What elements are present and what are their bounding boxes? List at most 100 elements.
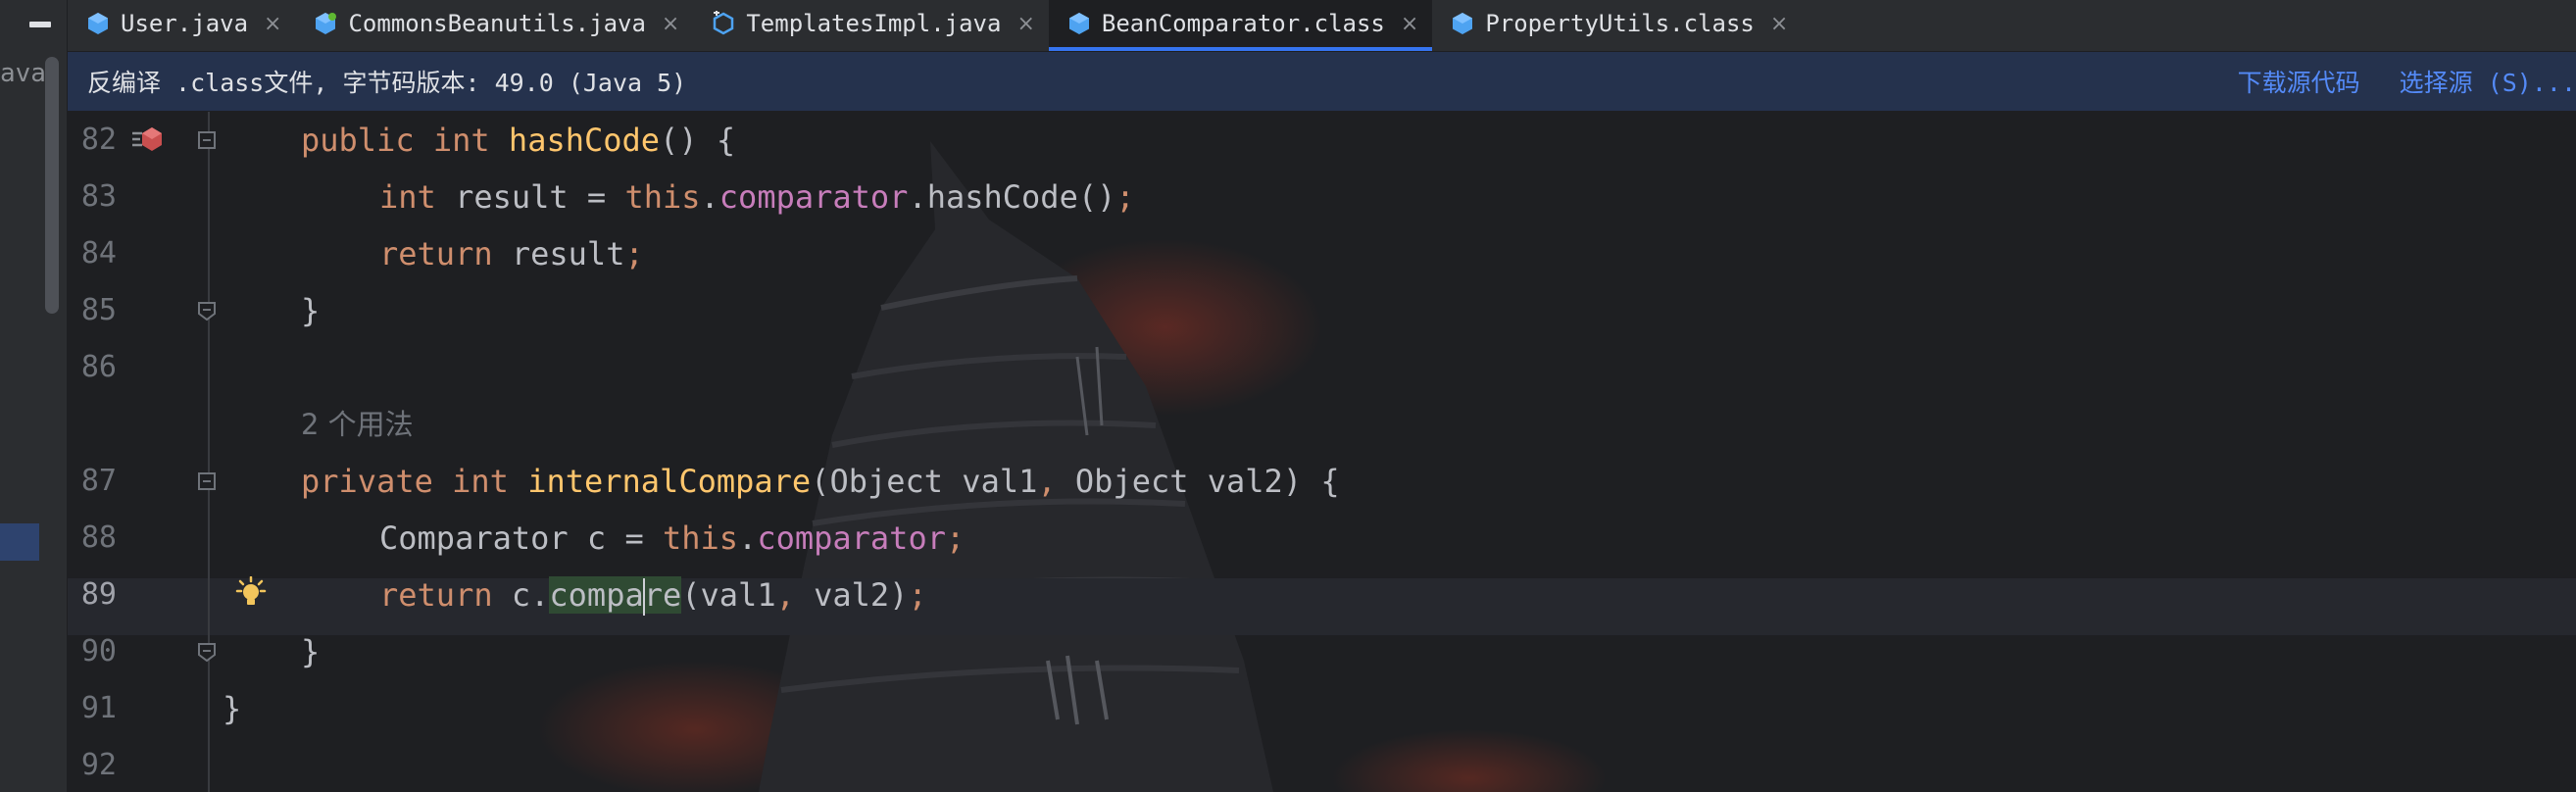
token-keyword: return xyxy=(379,576,493,614)
token-text: Object val2) { xyxy=(1056,463,1340,500)
code-line-85[interactable]: 85 } xyxy=(68,282,2576,339)
code-text: public int hashCode() { xyxy=(301,112,735,169)
compiled-class-icon xyxy=(1068,13,1089,34)
token-comma: , xyxy=(1037,463,1057,500)
line-number: 83 xyxy=(80,179,117,214)
close-icon[interactable]: × xyxy=(264,12,281,36)
compiled-class-icon xyxy=(1453,13,1473,34)
token-method-name: internalCompare xyxy=(527,463,812,500)
download-sources-link[interactable]: 下载源代码 xyxy=(2238,64,2360,99)
token-text: compa xyxy=(549,576,644,614)
code-text: return c.compare(val1, val2); xyxy=(379,567,927,623)
token-keyword: public xyxy=(301,122,415,159)
lightbulb-icon[interactable] xyxy=(234,576,268,610)
close-icon[interactable]: × xyxy=(1401,12,1418,36)
token-text: () { xyxy=(660,122,736,159)
token-field: comparator xyxy=(757,520,946,557)
tab-commonsbeanutils-java[interactable]: CommonsBeanutils.java × xyxy=(295,0,693,51)
token-text: result = xyxy=(435,178,625,216)
token-text: .hashCode() xyxy=(908,178,1116,216)
token-text: . xyxy=(738,520,758,557)
token-method-name: hashCode xyxy=(508,122,661,159)
tab-label: PropertyUtils.class xyxy=(1485,10,1755,37)
code-line-83[interactable]: 83 int result = this.comparator.hashCode… xyxy=(68,169,2576,225)
code-line-84[interactable]: 84 return result; xyxy=(68,225,2576,282)
decompiled-class-banner: 反编译 .class文件, 字节码版本: 49.0 (Java 5) 下载源代码… xyxy=(68,52,2576,111)
implementation-marker-icon[interactable] xyxy=(130,125,166,155)
token-text: result xyxy=(492,235,625,272)
fold-toggle-icon[interactable] xyxy=(196,470,218,492)
close-icon[interactable]: × xyxy=(1770,12,1788,36)
token-keyword: int xyxy=(379,178,436,216)
banner-actions: 下载源代码 选择源 (S)... xyxy=(2238,52,2576,111)
panel-scrollbar[interactable] xyxy=(45,57,59,314)
line-number: 84 xyxy=(80,236,117,271)
code-text: Comparator c = this.comparator; xyxy=(379,510,965,567)
fold-end-icon[interactable] xyxy=(196,300,218,322)
code-line-92[interactable]: 92 xyxy=(68,737,2576,792)
token-keyword: int xyxy=(432,122,490,159)
java-class-icon xyxy=(316,13,337,34)
token-comma: , xyxy=(775,576,795,614)
token-semicolon: ; xyxy=(1115,178,1135,216)
tab-templatesimpl-java[interactable]: TemplatesImpl.java × xyxy=(693,0,1049,51)
token-semicolon: ; xyxy=(945,520,966,557)
usages-inlay-hint[interactable]: 2 个用法 xyxy=(301,396,414,453)
line-number: 91 xyxy=(80,691,117,725)
tab-propertyutils-class[interactable]: PropertyUtils.class × xyxy=(1432,0,1802,51)
fold-toggle-icon[interactable] xyxy=(196,129,218,151)
line-number: 89 xyxy=(80,577,117,612)
choose-sources-link[interactable]: 选择源 (S)... xyxy=(2400,64,2576,99)
token-semicolon: ; xyxy=(908,576,927,614)
collapse-panel-button[interactable] xyxy=(29,22,51,27)
selected-tree-row[interactable] xyxy=(0,523,39,561)
tab-label: TemplatesImpl.java xyxy=(746,10,1002,37)
close-icon[interactable]: × xyxy=(1016,12,1034,36)
token-keyword: private xyxy=(301,463,433,500)
token-keyword: int xyxy=(452,463,509,500)
line-number: 82 xyxy=(80,123,117,157)
token-method-call-highlighted: compare xyxy=(549,576,682,616)
code-text: private int internalCompare(Object val1,… xyxy=(301,453,1340,510)
token-text: val2) xyxy=(794,576,909,614)
line-number: 86 xyxy=(80,350,117,384)
line-number: 90 xyxy=(80,634,117,668)
tab-beancomparator-class[interactable]: BeanComparator.class × xyxy=(1048,0,1433,51)
code-text: } xyxy=(301,292,321,329)
tab-label: CommonsBeanutils.java xyxy=(348,10,646,37)
tab-user-java[interactable]: User.java × xyxy=(68,0,295,51)
line-number: 92 xyxy=(80,748,117,782)
code-line-88[interactable]: 88 Comparator c = this.comparator; xyxy=(68,510,2576,567)
code-text: } xyxy=(223,690,242,727)
code-editor[interactable]: 82 public int hashCode() { 83 int result… xyxy=(68,112,2576,792)
code-line-90[interactable]: 90 } xyxy=(68,623,2576,680)
token-keyword: return xyxy=(379,235,493,272)
code-text: return result; xyxy=(379,225,644,282)
token-text: c. xyxy=(492,576,550,614)
tab-label: User.java xyxy=(121,10,249,37)
token-text: (Object val1 xyxy=(811,463,1038,500)
token-keyword: this xyxy=(662,520,739,557)
fold-end-icon[interactable] xyxy=(196,641,218,663)
java-class-icon xyxy=(88,13,108,34)
code-text: } xyxy=(301,633,321,670)
token-keyword: this xyxy=(624,178,701,216)
tab-label: BeanComparator.class xyxy=(1101,10,1385,37)
usages-inlay-row: 2 个用法 xyxy=(68,396,2576,453)
token-field: comparator xyxy=(718,178,909,216)
code-line-89[interactable]: 89 return c.compare(val1, val2); xyxy=(68,567,2576,623)
code-line-91[interactable]: 91 } xyxy=(68,680,2576,737)
token-text: (val1 xyxy=(681,576,776,614)
java-class-modified-icon xyxy=(714,11,734,35)
token-text: . xyxy=(700,178,719,216)
decompiled-info-text: 反编译 .class文件, 字节码版本: 49.0 (Java 5) xyxy=(87,69,687,97)
code-line-87[interactable]: 87 private int internalCompare(Object va… xyxy=(68,453,2576,510)
close-icon[interactable]: × xyxy=(662,12,679,36)
line-number: 88 xyxy=(80,520,117,555)
code-line-86[interactable]: 86 xyxy=(68,339,2576,396)
line-number: 85 xyxy=(80,293,117,327)
editor-tab-bar: User.java × CommonsBeanutils.java × Temp… xyxy=(68,0,2576,52)
code-text: int result = this.comparator.hashCode(); xyxy=(379,169,1135,225)
code-line-82[interactable]: 82 public int hashCode() { xyxy=(68,112,2576,169)
token-semicolon: ; xyxy=(624,235,644,272)
